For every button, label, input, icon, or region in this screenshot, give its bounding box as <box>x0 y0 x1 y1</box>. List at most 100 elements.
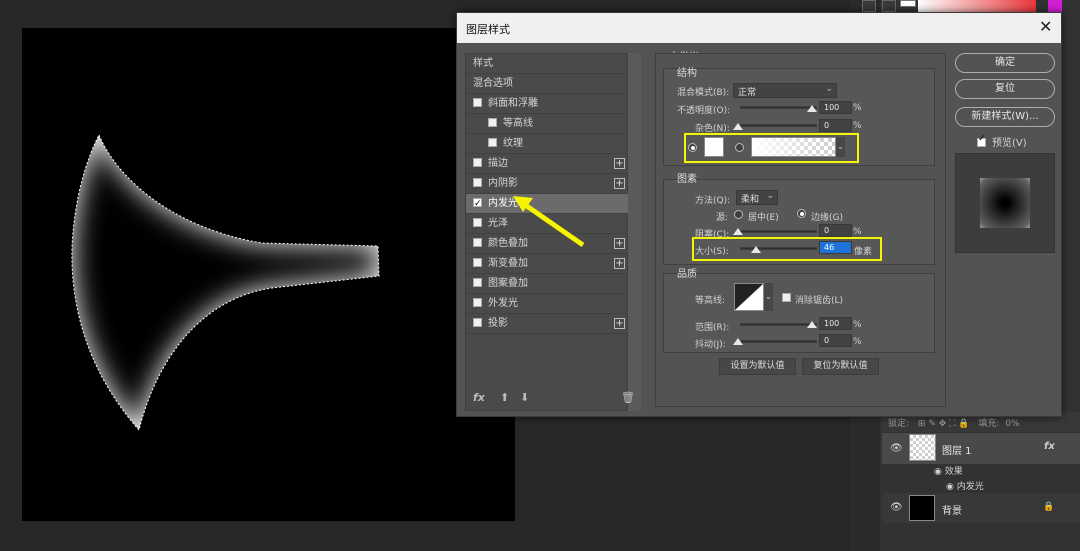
document-canvas[interactable] <box>22 28 515 521</box>
set-default-button[interactable]: 设置为默认值 <box>719 358 796 375</box>
style-checkbox[interactable] <box>473 318 482 327</box>
style-item[interactable]: 混合选项 <box>466 74 629 94</box>
layer-thumbnail <box>909 434 936 461</box>
opacity-input[interactable]: 100 <box>819 101 852 114</box>
style-item[interactable]: 渐变叠加 + <box>466 254 629 274</box>
ok-button[interactable]: 确定 <box>955 53 1055 73</box>
noise-input[interactable]: 0 <box>819 119 852 132</box>
style-checkbox[interactable] <box>488 138 497 147</box>
add-instance-icon[interactable]: + <box>614 158 625 169</box>
size-label: 大小(S): <box>695 247 729 257</box>
style-item-label: 斜面和浮雕 <box>488 98 538 109</box>
noise-slider-thumb[interactable] <box>733 123 743 130</box>
choke-slider-thumb[interactable] <box>733 228 743 235</box>
choke-slider[interactable] <box>740 230 817 233</box>
style-checkbox[interactable] <box>473 258 482 267</box>
gradient-radio[interactable] <box>735 143 744 152</box>
dialog-titlebar[interactable]: 图层样式 ✕ <box>457 13 1061 43</box>
style-item[interactable]: 描边 + <box>466 154 629 174</box>
reset-default-button[interactable]: 复位为默认值 <box>802 358 879 375</box>
elements-title: 图素 <box>677 174 697 185</box>
panel-icon[interactable] <box>862 0 876 12</box>
style-list-scrollbar[interactable] <box>628 53 641 411</box>
style-list-footer: fx ⬆ ⬇ 🗑 <box>465 388 635 410</box>
add-instance-icon[interactable]: + <box>614 318 625 329</box>
jitter-label: 抖动(J): <box>695 340 726 350</box>
noise-unit: % <box>853 121 862 131</box>
jitter-slider-thumb[interactable] <box>733 338 743 345</box>
style-checkbox[interactable] <box>473 98 482 107</box>
antialias-checkbox[interactable] <box>782 293 791 302</box>
contour-preview[interactable] <box>734 283 764 311</box>
size-input[interactable]: 46 <box>819 241 852 254</box>
source-center-label[interactable]: 居中(E) <box>748 210 779 223</box>
technique-select[interactable]: 柔和 ⌄ <box>736 190 778 205</box>
style-item[interactable]: 图案叠加 <box>466 274 629 294</box>
reset-button[interactable]: 复位 <box>955 79 1055 99</box>
background-thumbnail <box>909 495 935 521</box>
range-slider[interactable] <box>740 323 817 326</box>
style-item[interactable]: 投影 + <box>466 314 629 334</box>
move-down-icon[interactable]: ⬇ <box>520 391 529 404</box>
opacity-slider-thumb[interactable] <box>807 105 817 112</box>
background-name[interactable]: 背景 <box>942 502 962 517</box>
glow-color-swatch[interactable] <box>704 137 724 157</box>
fill-value[interactable]: 0% <box>1005 419 1019 429</box>
style-checkbox[interactable] <box>473 158 482 167</box>
jitter-slider[interactable] <box>740 340 817 343</box>
choke-input[interactable]: 0 <box>819 224 852 237</box>
add-instance-icon[interactable]: + <box>614 178 625 189</box>
new-style-button[interactable]: 新建样式(W)... <box>955 107 1055 127</box>
range-slider-thumb[interactable] <box>807 321 817 328</box>
blend-mode-select[interactable]: 正常 ⌄ <box>733 83 837 98</box>
style-item-label: 图案叠加 <box>488 278 528 289</box>
opacity-slider[interactable] <box>740 106 817 109</box>
size-slider-thumb[interactable] <box>751 246 761 253</box>
opacity-label: 不透明度(O): <box>677 106 731 116</box>
style-item[interactable]: 斜面和浮雕 <box>466 94 629 114</box>
antialias-label[interactable]: 消除锯齿(L) <box>795 293 843 306</box>
fx-icon[interactable]: fx <box>1044 441 1055 452</box>
panel-icon[interactable] <box>882 0 896 12</box>
color-picker-field[interactable] <box>918 0 1036 12</box>
gradient-swatch[interactable] <box>751 137 836 157</box>
style-checkbox[interactable] <box>473 278 482 287</box>
eye-icon[interactable]: 👁 <box>890 443 903 454</box>
layer-name[interactable]: 图层 1 <box>942 442 972 457</box>
contour-dropdown-icon[interactable]: ⌄ <box>764 283 773 311</box>
fx-icon[interactable]: fx <box>473 391 485 404</box>
style-item[interactable]: 外发光 <box>466 294 629 314</box>
horn-shape <box>71 133 380 432</box>
style-checkbox[interactable] <box>473 298 482 307</box>
style-checkbox[interactable] <box>473 194 482 214</box>
noise-slider[interactable] <box>740 124 817 127</box>
source-center-radio[interactable] <box>734 210 743 219</box>
range-input[interactable]: 100 <box>819 317 852 330</box>
close-icon[interactable]: ✕ <box>1039 17 1052 36</box>
style-item[interactable]: 纹理 <box>466 134 629 154</box>
add-instance-icon[interactable]: + <box>614 238 625 249</box>
style-checkbox[interactable] <box>473 238 482 247</box>
style-checkbox[interactable] <box>473 218 482 227</box>
source-edge-label[interactable]: 边缘(G) <box>811 210 843 223</box>
style-item[interactable]: 等高线 <box>466 114 629 134</box>
eye-icon[interactable]: 👁 <box>890 502 903 513</box>
style-list-header[interactable]: 样式 <box>466 54 629 74</box>
style-item-label: 投影 <box>488 318 508 329</box>
solid-color-radio[interactable] <box>688 143 697 152</box>
style-checkbox[interactable] <box>488 118 497 127</box>
inner-glow-effect[interactable]: ◉ 内发光 <box>946 479 984 492</box>
jitter-input[interactable]: 0 <box>819 334 852 347</box>
lock-icons[interactable]: ⊞ ✎ ✥ ⛶ 🔒 <box>918 419 970 429</box>
move-up-icon[interactable]: ⬆ <box>500 391 509 404</box>
gradient-dropdown-icon[interactable]: ⌄ <box>836 137 845 157</box>
preview-toggle[interactable]: 预览(V) <box>977 134 1027 149</box>
foreground-swatch[interactable] <box>900 0 916 7</box>
color-hue-bar[interactable] <box>1048 0 1062 12</box>
preview-checkbox[interactable] <box>977 134 986 147</box>
effects-label[interactable]: ◉ 效果 <box>934 464 963 477</box>
trash-icon[interactable]: 🗑 <box>621 391 635 404</box>
add-instance-icon[interactable]: + <box>614 258 625 269</box>
source-edge-radio[interactable] <box>797 209 806 218</box>
style-checkbox[interactable] <box>473 178 482 187</box>
